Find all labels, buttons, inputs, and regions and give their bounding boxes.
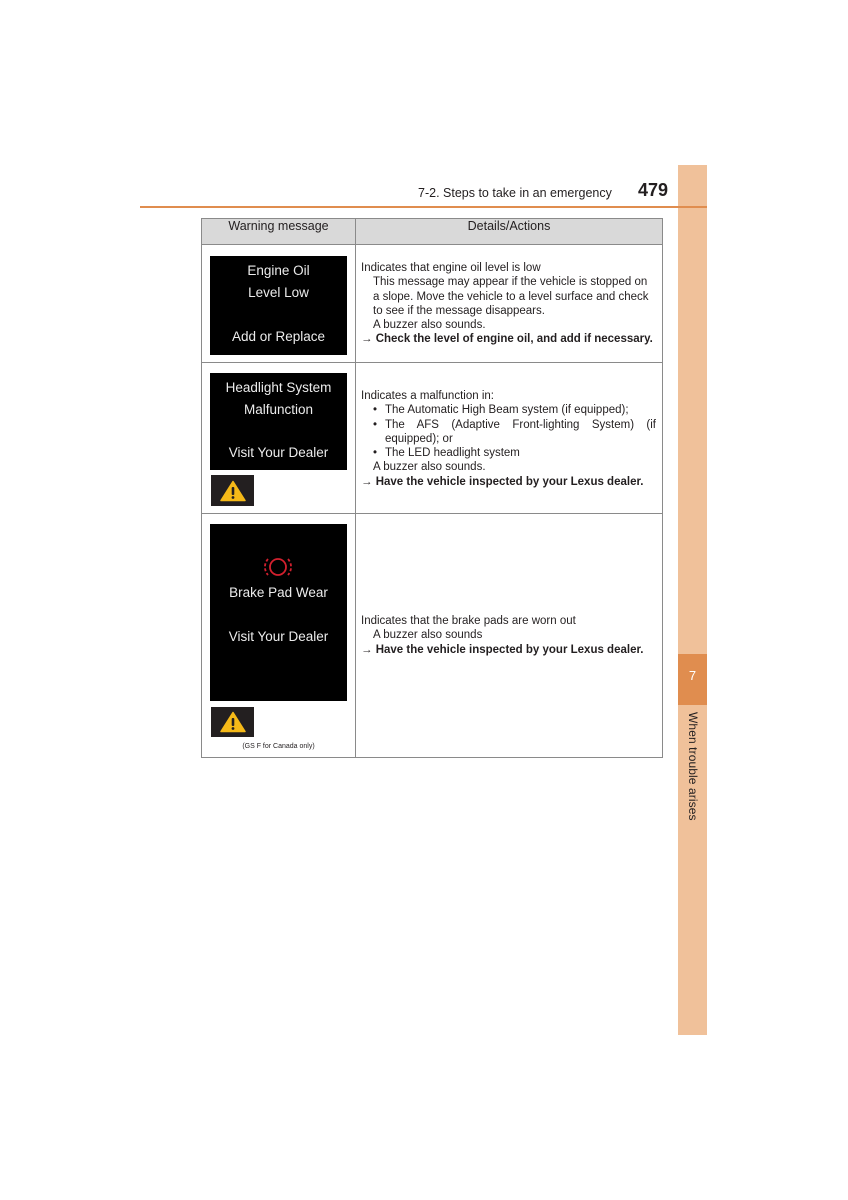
display-line: Brake Pad Wear bbox=[229, 585, 328, 600]
table-row: Engine Oil Level Low Add or Replace Indi… bbox=[201, 244, 663, 363]
details-note: A buzzer also sounds. bbox=[373, 461, 486, 474]
brake-warning-icon bbox=[264, 558, 292, 576]
display-line: Headlight System bbox=[225, 380, 332, 395]
display-line: Level Low bbox=[248, 285, 309, 300]
master-warning-indicator bbox=[211, 475, 254, 506]
table-header-row: Warning message Details/Actions bbox=[201, 218, 663, 245]
details-summary: Indicates a malfunction in: bbox=[361, 390, 494, 402]
page-number: 479 bbox=[638, 180, 669, 200]
details-summary: Indicates that the brake pads are worn o… bbox=[361, 615, 576, 627]
details-bullet: • The AFS (Adaptive Front-lighting System… bbox=[373, 418, 656, 445]
warning-message-cell: Headlight System Malfunction Visit Your … bbox=[201, 362, 356, 514]
chapter-title: When trouble arises bbox=[686, 712, 700, 821]
table-row: Brake Pad Wear Visit Your Dealer (GS F f… bbox=[201, 513, 663, 758]
master-warning-indicator bbox=[211, 707, 254, 737]
details-action: → Check the level of engine oil, and add… bbox=[361, 333, 653, 346]
warning-triangle-icon bbox=[219, 480, 246, 501]
warning-message-cell: Engine Oil Level Low Add or Replace bbox=[201, 244, 356, 363]
column-header-details-actions: Details/Actions bbox=[355, 218, 663, 245]
chapter-side-tab bbox=[678, 165, 707, 1035]
table-row: Headlight System Malfunction Visit Your … bbox=[201, 362, 663, 514]
display-panel-engine-oil: Engine Oil Level Low Add or Replace bbox=[210, 256, 347, 355]
chapter-number: 7 bbox=[678, 654, 707, 705]
display-panel-brake-pad: Brake Pad Wear Visit Your Dealer bbox=[210, 524, 347, 701]
details-note: This message may appear if the vehicle i… bbox=[373, 276, 649, 317]
details-cell: Indicates that the brake pads are worn o… bbox=[355, 513, 663, 758]
details-bullet: • The Automatic High Beam system (if equi… bbox=[373, 404, 629, 417]
warning-message-table: Warning message Details/Actions Engine O… bbox=[201, 218, 663, 758]
section-title: 7-2. Steps to take in an emergency bbox=[418, 186, 612, 200]
column-header-warning-message: Warning message bbox=[201, 218, 356, 245]
warning-message-cell: Brake Pad Wear Visit Your Dealer (GS F f… bbox=[201, 513, 356, 758]
display-line: Visit Your Dealer bbox=[228, 629, 329, 644]
footnote: (GS F for Canada only) bbox=[242, 743, 315, 750]
details-note: A buzzer also sounds bbox=[373, 629, 483, 642]
display-line: Engine Oil bbox=[247, 263, 310, 278]
details-note: A buzzer also sounds. bbox=[373, 319, 486, 332]
details-action: → Have the vehicle inspected by your Lex… bbox=[361, 475, 644, 488]
details-cell: Indicates that engine oil level is low T… bbox=[355, 244, 663, 363]
details-bullet: • The LED headlight system bbox=[373, 447, 520, 460]
header-rule bbox=[140, 206, 707, 208]
details-cell: Indicates a malfunction in: • The Automat… bbox=[355, 362, 663, 514]
details-action: → Have the vehicle inspected by your Lex… bbox=[361, 643, 644, 656]
display-panel-headlight: Headlight System Malfunction Visit Your … bbox=[210, 373, 347, 470]
display-line: Add or Replace bbox=[231, 329, 326, 344]
display-line: Visit Your Dealer bbox=[228, 445, 329, 460]
details-summary: Indicates that engine oil level is low bbox=[361, 262, 541, 274]
warning-triangle-icon bbox=[219, 711, 246, 733]
display-line: Malfunction bbox=[243, 402, 314, 417]
